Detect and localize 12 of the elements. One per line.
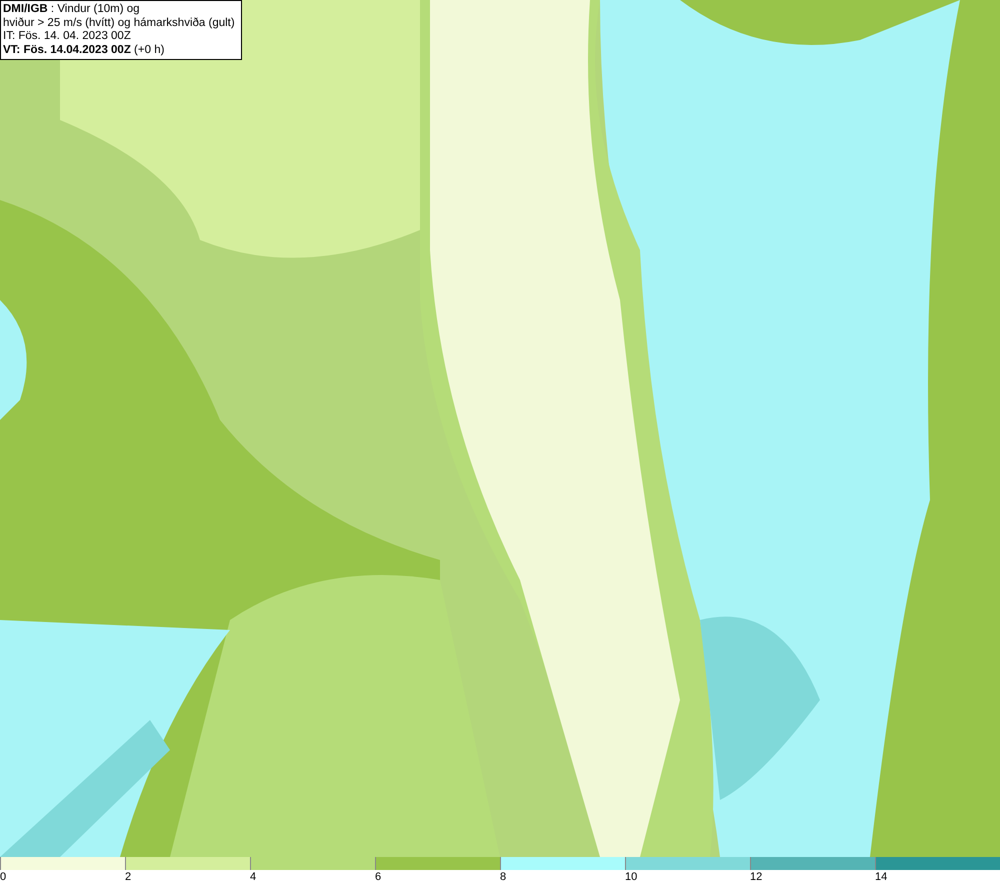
scale-label: 8 xyxy=(500,870,506,884)
scale-label: 6 xyxy=(375,870,382,884)
caption-line: IT: Fös. 14. 04. 2023 00Z xyxy=(3,30,132,44)
caption-line: hviður > 25 m/s (hvítt) og hámarkshviða (gult) xyxy=(3,16,235,30)
scale-label: 10 xyxy=(625,870,638,884)
scale-label: 14 xyxy=(875,870,888,884)
caption-line: VT: Fös. 14.04.2023 00Z (+0 h) xyxy=(3,44,166,57)
caption-line: DMI/IGB : Vindur (10m) og xyxy=(3,3,141,16)
scale-label: 12 xyxy=(750,870,762,884)
scale-label: 4 xyxy=(250,870,256,884)
scale-label: 0 xyxy=(0,870,6,884)
scale-label: 2 xyxy=(125,870,132,884)
